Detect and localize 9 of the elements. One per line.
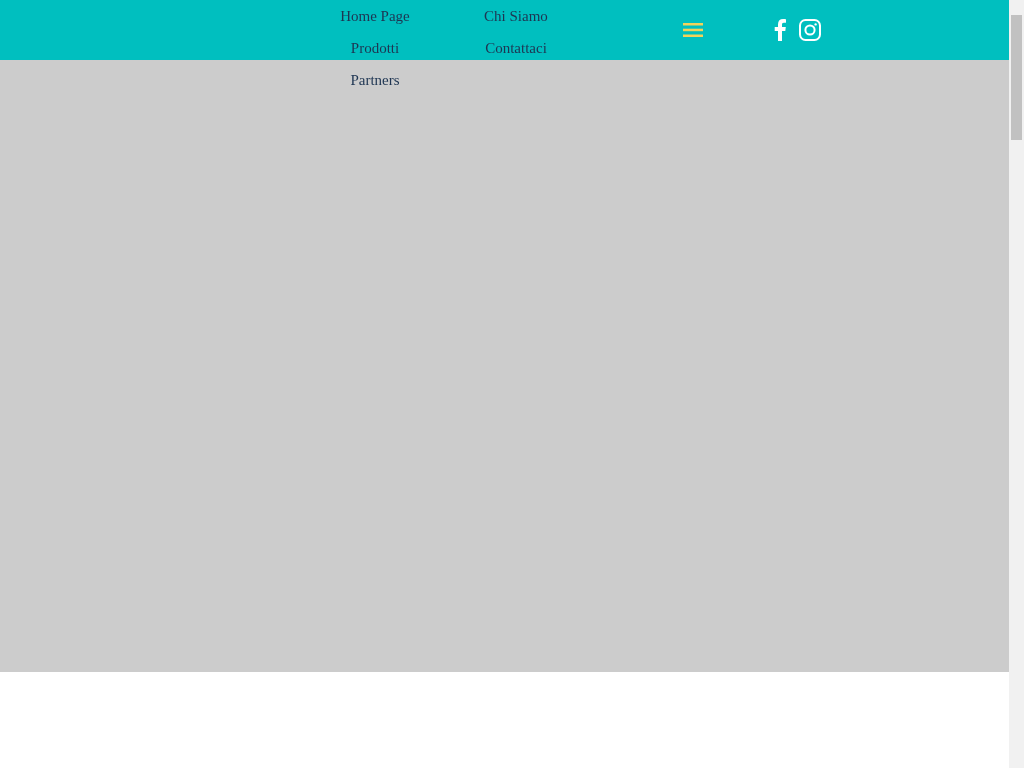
nav-link[interactable]: Home Page: [320, 0, 430, 32]
scrollbar[interactable]: [1009, 0, 1024, 768]
facebook-icon[interactable]: [774, 19, 786, 41]
nav-link[interactable]: Partners: [320, 64, 430, 96]
nav-link[interactable]: Contattaci: [430, 32, 602, 64]
menu-icon[interactable]: [683, 23, 703, 37]
instagram-icon[interactable]: [799, 19, 821, 41]
nav-link[interactable]: Prodotti: [320, 32, 430, 64]
nav-link[interactable]: Chi Siamo: [430, 0, 602, 32]
